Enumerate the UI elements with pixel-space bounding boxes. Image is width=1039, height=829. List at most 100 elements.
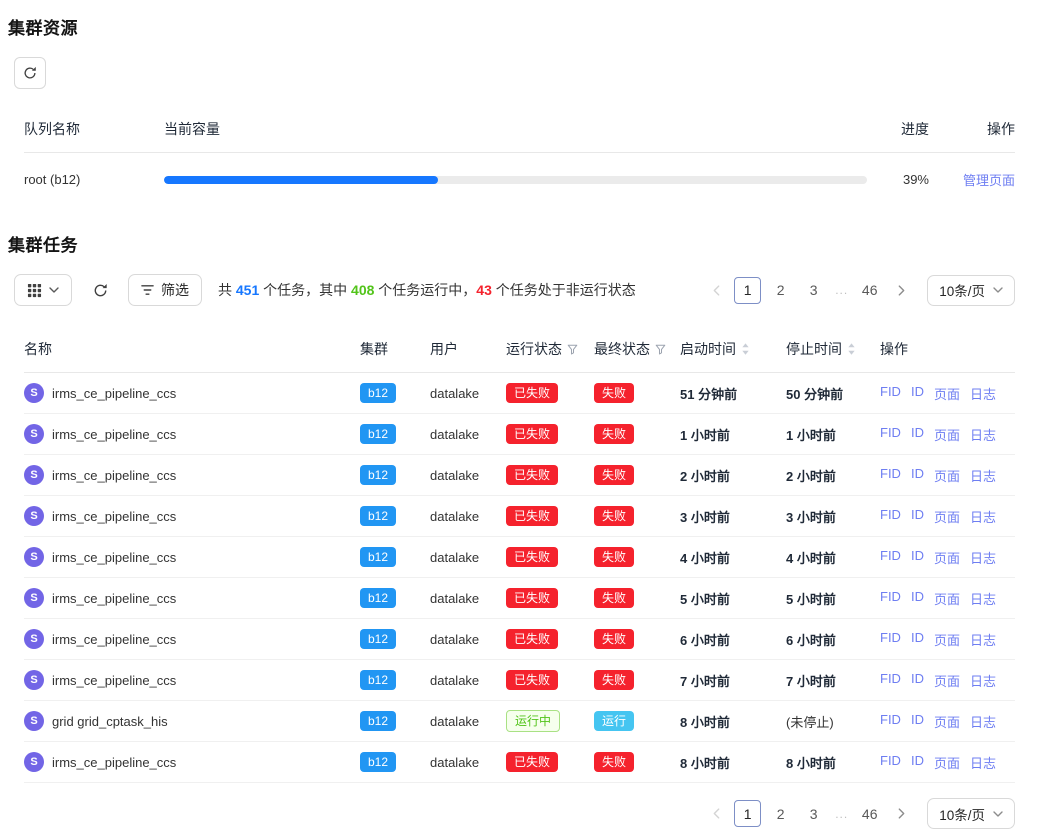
final-status-badge: 失败 <box>594 588 634 608</box>
sort-icon[interactable] <box>847 342 856 356</box>
sort-icon[interactable] <box>741 342 750 356</box>
cluster-badge: b12 <box>360 424 396 444</box>
pagination-next-button[interactable] <box>889 801 913 827</box>
row-action-fid-link[interactable]: FID <box>880 425 901 444</box>
row-action-page-link[interactable]: 页面 <box>934 507 960 526</box>
start-time: 1 小时前 <box>680 425 786 444</box>
row-action-id-link[interactable]: ID <box>911 712 924 731</box>
pagination-page-3[interactable]: 3 <box>800 277 827 304</box>
task-name: irms_ce_pipeline_ccs <box>52 673 176 688</box>
filter-button[interactable]: 筛选 <box>128 274 202 306</box>
cluster-badge: b12 <box>360 629 396 649</box>
row-actions: FID ID 页面日志 <box>880 425 1015 444</box>
cluster-badge: b12 <box>360 383 396 403</box>
row-action-log-link[interactable]: 日志 <box>970 548 996 567</box>
page-size-select[interactable]: 10条/页 <box>927 275 1015 306</box>
pagination-page-2[interactable]: 2 <box>767 800 794 827</box>
row-action-fid-link[interactable]: FID <box>880 630 901 649</box>
task-row: S irms_ce_pipeline_ccs b12 datalake 已失败 … <box>24 619 1015 660</box>
row-action-log-link[interactable]: 日志 <box>970 507 996 526</box>
row-action-log-link[interactable]: 日志 <box>970 384 996 403</box>
row-action-page-link[interactable]: 页面 <box>934 384 960 403</box>
filter-funnel-icon[interactable] <box>655 344 666 355</box>
tasks-table: 名称 集群 用户 运行状态 最终状态 启动时间 <box>24 328 1015 783</box>
row-actions: FID ID 页面日志 <box>880 548 1015 567</box>
row-action-fid-link[interactable]: FID <box>880 589 901 608</box>
col-header-label: 停止时间 <box>786 339 842 359</box>
row-action-id-link[interactable]: ID <box>911 630 924 649</box>
row-action-fid-link[interactable]: FID <box>880 671 901 690</box>
row-action-page-link[interactable]: 页面 <box>934 630 960 649</box>
spark-avatar: S <box>24 670 44 690</box>
filter-lines-icon <box>141 284 154 296</box>
manage-page-link[interactable]: 管理页面 <box>963 173 1015 188</box>
row-action-id-link[interactable]: ID <box>911 589 924 608</box>
col-header-label: 操作 <box>880 339 908 359</box>
pagination-page-46[interactable]: 46 <box>856 800 883 827</box>
stop-time: 50 分钟前 <box>786 384 880 403</box>
row-action-fid-link[interactable]: FID <box>880 384 901 403</box>
pagination-prev-button[interactable] <box>704 801 728 827</box>
row-action-log-link[interactable]: 日志 <box>970 712 996 731</box>
row-action-log-link[interactable]: 日志 <box>970 425 996 444</box>
row-action-log-link[interactable]: 日志 <box>970 671 996 690</box>
spark-avatar: S <box>24 506 44 526</box>
row-actions: FID ID 页面日志 <box>880 384 1015 403</box>
row-action-id-link[interactable]: ID <box>911 671 924 690</box>
page-size-select[interactable]: 10条/页 <box>927 798 1015 829</box>
pagination-prev-button[interactable] <box>704 277 728 303</box>
row-action-log-link[interactable]: 日志 <box>970 466 996 485</box>
row-actions: FID ID 页面日志 <box>880 712 1015 731</box>
page-size-value: 10条/页 <box>939 804 985 824</box>
row-action-page-link[interactable]: 页面 <box>934 671 960 690</box>
row-action-page-link[interactable]: 页面 <box>934 548 960 567</box>
row-action-id-link[interactable]: ID <box>911 753 924 772</box>
pagination-next-button[interactable] <box>889 277 913 303</box>
row-action-id-link[interactable]: ID <box>911 466 924 485</box>
summary-text: 个任务运行中， <box>374 282 476 298</box>
row-action-id-link[interactable]: ID <box>911 384 924 403</box>
row-action-fid-link[interactable]: FID <box>880 507 901 526</box>
summary-count-blue: 451 <box>236 282 259 298</box>
tasks-refresh-button[interactable] <box>84 274 116 306</box>
pagination-page-2[interactable]: 2 <box>767 277 794 304</box>
pagination-page-3[interactable]: 3 <box>800 800 827 827</box>
task-name: irms_ce_pipeline_ccs <box>52 427 176 442</box>
spark-avatar: S <box>24 547 44 567</box>
pagination-page-46[interactable]: 46 <box>856 277 883 304</box>
row-action-log-link[interactable]: 日志 <box>970 753 996 772</box>
row-action-page-link[interactable]: 页面 <box>934 589 960 608</box>
task-row: S irms_ce_pipeline_ccs b12 datalake 已失败 … <box>24 578 1015 619</box>
start-time: 5 小时前 <box>680 589 786 608</box>
pagination-bottom: 123...46 10条/页 <box>704 798 1015 829</box>
pagination-page-1[interactable]: 1 <box>734 277 761 304</box>
row-action-page-link[interactable]: 页面 <box>934 466 960 485</box>
row-action-id-link[interactable]: ID <box>911 507 924 526</box>
grid-icon <box>27 283 42 298</box>
task-name: irms_ce_pipeline_ccs <box>52 509 176 524</box>
row-action-log-link[interactable]: 日志 <box>970 630 996 649</box>
row-action-fid-link[interactable]: FID <box>880 753 901 772</box>
row-action-page-link[interactable]: 页面 <box>934 753 960 772</box>
run-status-badge: 运行中 <box>506 710 560 732</box>
row-action-fid-link[interactable]: FID <box>880 466 901 485</box>
pagination-page-1[interactable]: 1 <box>734 800 761 827</box>
chevron-down-icon <box>993 811 1003 817</box>
summary-text: 共 <box>218 282 236 298</box>
resource-row: root (b12) 39% 管理页面 <box>24 153 1015 205</box>
row-action-log-link[interactable]: 日志 <box>970 589 996 608</box>
row-action-fid-link[interactable]: FID <box>880 712 901 731</box>
row-action-page-link[interactable]: 页面 <box>934 425 960 444</box>
task-row: S grid grid_cptask_his b12 datalake 运行中 … <box>24 701 1015 742</box>
row-action-id-link[interactable]: ID <box>911 425 924 444</box>
final-status-badge: 失败 <box>594 383 634 403</box>
resources-refresh-button[interactable] <box>14 57 46 89</box>
row-action-page-link[interactable]: 页面 <box>934 712 960 731</box>
row-action-fid-link[interactable]: FID <box>880 548 901 567</box>
col-header-label: 最终状态 <box>594 339 650 359</box>
spark-avatar: S <box>24 588 44 608</box>
row-action-id-link[interactable]: ID <box>911 548 924 567</box>
filter-funnel-icon[interactable] <box>567 344 578 355</box>
columns-dropdown-button[interactable] <box>14 274 72 306</box>
start-time: 2 小时前 <box>680 466 786 485</box>
